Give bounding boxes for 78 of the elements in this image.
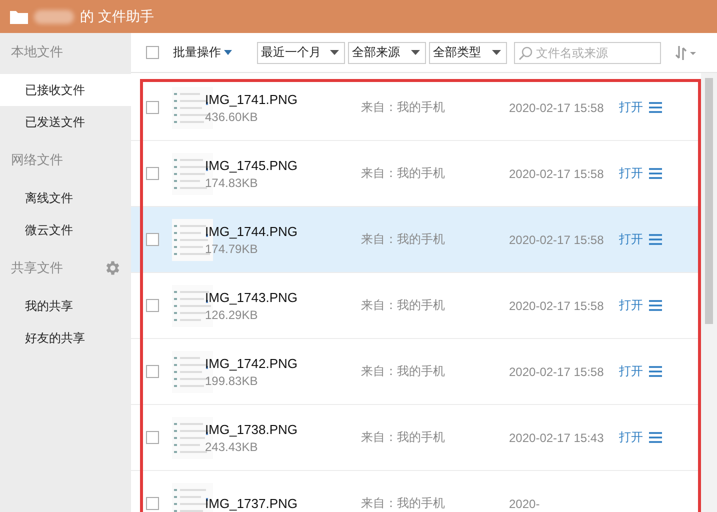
file-source: 来自：我的手机	[361, 429, 446, 446]
file-time: 2020-	[509, 496, 541, 510]
folder-icon	[10, 10, 28, 24]
file-size: 243.43KB	[205, 440, 259, 454]
scrollbar[interactable]	[701, 73, 717, 512]
file-size: 199.83KB	[205, 374, 259, 388]
open-link[interactable]: 打开	[619, 165, 649, 182]
scrollbar-thumb[interactable]	[705, 78, 713, 324]
file-size: 174.83KB	[205, 176, 259, 190]
file-time: 2020-02-17 15:58	[509, 100, 605, 114]
file-source: 来自：我的手机	[361, 99, 446, 116]
checkbox[interactable]	[146, 299, 159, 312]
file-size: 126.29KB	[205, 308, 259, 322]
checkbox[interactable]	[146, 233, 159, 246]
menu-icon[interactable]	[649, 432, 662, 443]
file-time: 2020-02-17 15:58	[509, 298, 605, 312]
filter-dropdown[interactable]: 全部类型	[429, 42, 507, 64]
caret-icon	[330, 50, 339, 55]
file-source: 来自：我的手机	[361, 231, 446, 248]
menu-icon[interactable]	[649, 234, 662, 245]
file-row[interactable]: IMG_1744.PNG 174.79KB 来自：我的手机 2020-02-17 15:58 打开	[131, 207, 701, 273]
checkbox[interactable]	[146, 497, 159, 510]
sort-icon[interactable]	[675, 46, 697, 60]
file-row[interactable]: IMG_1741.PNG 436.60KB 来自：我的手机 2020-02-17 15:58 打开	[131, 75, 701, 141]
file-row[interactable]: IMG_1737.PNG 来自：我的手机 2020-	[131, 471, 701, 512]
checkbox[interactable]	[146, 46, 159, 59]
file-name: IMG_1742.PNG	[205, 356, 298, 370]
file-source: 来自：我的手机	[361, 165, 446, 182]
sidebar-item[interactable]: 我的共享	[0, 290, 131, 322]
caret-icon	[492, 50, 501, 55]
menu-icon[interactable]	[649, 366, 662, 377]
sidebar-section-title: 本地文件	[11, 43, 63, 61]
sidebar-section-title: 网络文件	[11, 151, 63, 169]
blurred-name	[34, 10, 74, 24]
file-row[interactable]: IMG_1738.PNG 243.43KB 来自：我的手机 2020-02-17 15:43 打开	[131, 405, 701, 471]
file-time: 2020-02-17 15:58	[509, 364, 605, 378]
window-title: 的 文件助手	[80, 8, 154, 26]
file-name: IMG_1744.PNG	[205, 224, 298, 238]
open-link[interactable]: 打开	[619, 429, 649, 446]
filter-dropdown[interactable]: 最近一个月	[257, 42, 345, 64]
sidebar-item[interactable]: 已发送文件	[0, 106, 131, 138]
menu-icon[interactable]	[649, 168, 662, 179]
file-row[interactable]: IMG_1743.PNG 126.29KB 来自：我的手机 2020-02-17 15:58 打开	[131, 273, 701, 339]
search-field[interactable]: 文件名或来源	[514, 42, 661, 64]
open-link[interactable]: 打开	[619, 231, 649, 248]
file-name: IMG_1743.PNG	[205, 290, 298, 304]
file-source: 来自：我的手机	[361, 495, 446, 512]
file-name: IMG_1738.PNG	[205, 422, 298, 436]
sidebar-item[interactable]: 好友的共享	[0, 322, 131, 354]
sidebar-item[interactable]: 已接收文件	[0, 74, 131, 106]
file-time: 2020-02-17 15:43	[509, 430, 605, 444]
open-link[interactable]: 打开	[619, 363, 649, 380]
file-source: 来自：我的手机	[361, 363, 446, 380]
caret-icon	[224, 50, 232, 55]
file-source: 来自：我的手机	[361, 297, 446, 314]
checkbox[interactable]	[146, 431, 159, 444]
filter-dropdown[interactable]: 全部来源	[348, 42, 426, 64]
file-row[interactable]: IMG_1742.PNG 199.83KB 来自：我的手机 2020-02-17 15:58 打开	[131, 339, 701, 405]
file-time: 2020-02-17 15:58	[509, 232, 605, 246]
sidebar-item[interactable]: 离线文件	[0, 182, 131, 214]
checkbox[interactable]	[146, 101, 159, 114]
checkbox[interactable]	[146, 365, 159, 378]
open-link[interactable]: 打开	[619, 297, 649, 314]
caret-icon	[411, 50, 420, 55]
file-name: IMG_1741.PNG	[205, 92, 298, 106]
search-icon	[518, 46, 533, 60]
file-time: 2020-02-17 15:58	[509, 166, 605, 180]
menu-icon[interactable]	[649, 300, 662, 311]
file-size: 174.79KB	[205, 242, 259, 256]
open-link[interactable]: 打开	[619, 99, 649, 116]
menu-icon[interactable]	[649, 102, 662, 113]
batch-operation-button[interactable]: 批量操作	[173, 44, 232, 61]
checkbox[interactable]	[146, 167, 159, 180]
sidebar-section-title: 共享文件	[11, 259, 63, 277]
file-size: 436.60KB	[205, 110, 259, 124]
sidebar-item[interactable]: 微云文件	[0, 214, 131, 246]
file-name: IMG_1737.PNG	[205, 496, 298, 511]
file-name: IMG_1745.PNG	[205, 158, 298, 172]
